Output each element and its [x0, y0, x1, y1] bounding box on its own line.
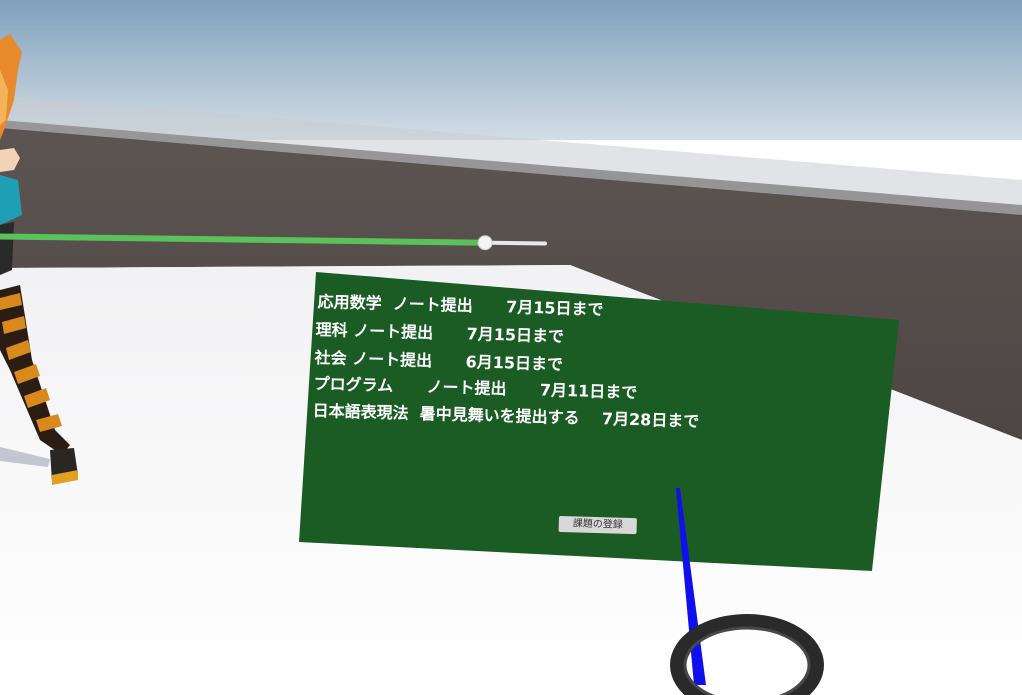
task-subject: プログラム	[313, 373, 394, 396]
task-subject: 応用数学	[317, 291, 382, 313]
task-due: 7月11日まで	[539, 380, 638, 403]
task-name: ノート提出	[426, 377, 507, 399]
register-task-button[interactable]: 課題の登録	[558, 516, 637, 535]
task-due: 7月15日まで	[505, 297, 604, 319]
vr-scene: 応用数学 ノート提出 7月15日まで 理科 ノート提出 7月15日まで 社会 ノ…	[0, 0, 1022, 695]
task-due: 7月15日まで	[466, 324, 565, 346]
task-name: ノート提出	[352, 321, 434, 343]
task-due: 7月28日まで	[601, 409, 700, 431]
task-subject: 日本語表現法	[312, 400, 409, 423]
task-subject: 理科	[315, 319, 348, 340]
task-name: ノート提出	[351, 349, 433, 371]
task-board-panel	[299, 272, 899, 571]
task-name: ノート提出	[392, 294, 473, 316]
task-subject: 社会	[314, 347, 347, 368]
task-due: 6月15日まで	[465, 352, 564, 374]
task-name: 暑中見舞いを提出する	[419, 403, 580, 428]
